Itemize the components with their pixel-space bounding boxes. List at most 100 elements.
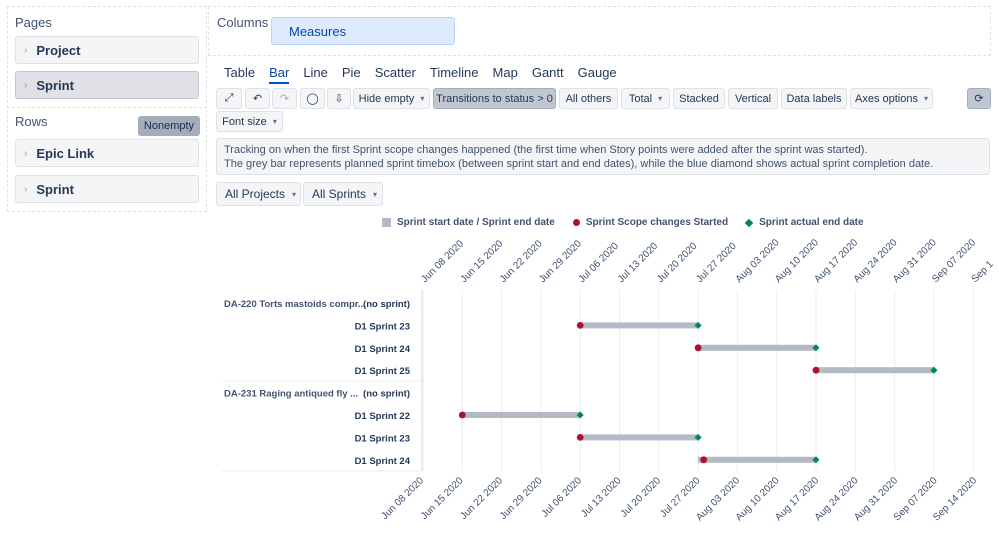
x-axis-bottom-tick-label: Jul 06 2020 bbox=[540, 475, 585, 520]
tab-pie[interactable]: Pie bbox=[342, 63, 361, 84]
sprint-label: D1 Sprint 23 bbox=[355, 433, 410, 444]
x-axis-top-tick-label: Aug 17 2020 bbox=[812, 237, 860, 285]
actual-end-diamond bbox=[576, 411, 584, 419]
actual-end-diamond bbox=[812, 344, 820, 352]
rows-item-sprint[interactable]: › Sprint bbox=[15, 175, 199, 203]
scope-change-point bbox=[576, 322, 584, 329]
total-dropdown[interactable]: Total ▾ bbox=[621, 88, 670, 109]
legend-label: Sprint start date / Sprint end date bbox=[397, 217, 555, 228]
transitions-filter-button[interactable]: Transitions to status > 0 bbox=[433, 88, 556, 109]
sprint-label: D1 Sprint 22 bbox=[355, 411, 410, 422]
x-axis-top-tick-label: Jun 29 2020 bbox=[537, 238, 584, 285]
x-axis-top-tick-label: Sep 1 bbox=[970, 259, 997, 286]
pages-item-label: Sprint bbox=[36, 77, 74, 93]
nonempty-button[interactable]: Nonempty bbox=[138, 116, 200, 136]
pages-title: Pages bbox=[15, 15, 52, 30]
sprint-label: D1 Sprint 25 bbox=[355, 366, 411, 377]
scope-change-point bbox=[694, 344, 702, 352]
hide-empty-label: Hide empty bbox=[358, 92, 415, 105]
sprints-filter-label: All Sprints bbox=[312, 187, 367, 201]
undo-icon: ↶ bbox=[252, 93, 263, 105]
legend-item-actual-end[interactable]: Sprint actual end date bbox=[744, 217, 864, 228]
tab-line[interactable]: Line bbox=[303, 63, 328, 84]
chart-legend: Sprint start date / Sprint end date Spri… bbox=[382, 217, 882, 228]
actual-end-diamond bbox=[694, 321, 702, 329]
x-axis-bottom-tick-label: Jul 20 2020 bbox=[619, 475, 664, 520]
sprint-timebox-bar bbox=[816, 367, 934, 374]
sprint-timebox-bar bbox=[698, 344, 816, 351]
actual-end-diamond bbox=[694, 433, 702, 441]
projects-filter[interactable]: All Projects ▾ bbox=[216, 182, 301, 206]
vertical-button[interactable]: Vertical bbox=[728, 88, 778, 109]
rows-item-label: Sprint bbox=[36, 181, 74, 197]
pages-item-label: Project bbox=[36, 42, 81, 58]
legend-item-timebox[interactable]: Sprint start date / Sprint end date bbox=[382, 217, 555, 228]
sprint-label: D1 Sprint 24 bbox=[355, 344, 411, 355]
x-axis-top-tick-label: Aug 03 2020 bbox=[734, 237, 782, 285]
tab-scatter[interactable]: Scatter bbox=[375, 63, 416, 84]
x-axis-top-tick-label: Jun 08 2020 bbox=[419, 238, 466, 285]
pages-item-sprint[interactable]: › Sprint bbox=[15, 71, 199, 99]
sprint-timebox-bar bbox=[580, 434, 699, 441]
epic-label: DA-231 Raging antiqued fly ... bbox=[224, 389, 358, 400]
all-others-button[interactable]: All others bbox=[559, 88, 618, 109]
x-axis-bottom-tick-label: Aug 17 2020 bbox=[773, 475, 821, 523]
x-axis-bottom-tick-label: Sep 14 2020 bbox=[931, 475, 979, 523]
actual-end-diamond bbox=[930, 366, 938, 374]
x-axis-bottom-tick-label: Aug 31 2020 bbox=[852, 475, 900, 523]
x-axis-bottom-tick-label: Jun 29 2020 bbox=[498, 475, 545, 522]
legend-label: Sprint Scope changes Started bbox=[585, 217, 729, 228]
hide-empty-dropdown[interactable]: Hide empty ▾ bbox=[353, 88, 430, 109]
tab-map[interactable]: Map bbox=[493, 63, 518, 84]
tab-gauge[interactable]: Gauge bbox=[578, 63, 617, 84]
tab-timeline[interactable]: Timeline bbox=[430, 63, 479, 84]
scope-change-point bbox=[812, 366, 820, 374]
stacked-button[interactable]: Stacked bbox=[673, 88, 725, 109]
x-axis-bottom-tick-label: Aug 24 2020 bbox=[813, 475, 861, 523]
chevron-down-icon: ▾ bbox=[272, 117, 277, 126]
x-axis-bottom-tick-label: Jul 27 2020 bbox=[658, 475, 703, 520]
refresh-button[interactable]: ⟳ bbox=[967, 88, 991, 109]
chevron-right-icon: › bbox=[24, 183, 28, 195]
chart-description: Tracking on when the first Sprint scope … bbox=[216, 138, 990, 175]
undo-button[interactable]: ↶ bbox=[245, 88, 270, 109]
tab-gantt[interactable]: Gantt bbox=[532, 63, 564, 84]
x-axis-bottom-tick-label: Jul 13 2020 bbox=[579, 475, 624, 520]
tab-bar[interactable]: Bar bbox=[269, 63, 290, 84]
font-size-dropdown[interactable]: Font size ▾ bbox=[216, 111, 283, 132]
chevron-down-icon: ▾ bbox=[923, 94, 928, 103]
legend-item-scope-change[interactable]: Sprint Scope changes Started bbox=[572, 217, 729, 228]
pages-item-project[interactable]: › Project bbox=[15, 36, 199, 64]
x-axis-bottom-tick-label: Jun 15 2020 bbox=[419, 475, 466, 522]
legend-label: Sprint actual end date bbox=[759, 217, 864, 228]
total-label: Total bbox=[628, 92, 653, 105]
scope-change-point bbox=[576, 434, 584, 441]
x-axis-top-tick-label: Jun 22 2020 bbox=[498, 238, 545, 285]
x-axis-top-tick-label: Aug 31 2020 bbox=[891, 237, 939, 285]
x-axis-top-tick-label: Jun 15 2020 bbox=[459, 238, 506, 285]
expand-button[interactable]: ⤢ bbox=[216, 88, 242, 109]
actual-end-diamond bbox=[812, 456, 820, 464]
measures-chip[interactable]: Measures bbox=[271, 17, 455, 45]
chevron-down-icon: ▾ bbox=[658, 94, 663, 103]
tab-table[interactable]: Table bbox=[224, 63, 255, 84]
font-size-label: Font size bbox=[222, 115, 267, 128]
x-axis-top-tick-label: Aug 24 2020 bbox=[852, 237, 900, 285]
scope-change-point bbox=[700, 456, 708, 464]
rows-title: Rows bbox=[15, 114, 48, 129]
redo-button[interactable]: ↷ bbox=[272, 88, 297, 109]
data-labels-button[interactable]: Data labels bbox=[781, 88, 847, 109]
sprints-filter[interactable]: All Sprints ▾ bbox=[303, 182, 383, 206]
x-axis-top-tick-label: Jul 20 2020 bbox=[655, 240, 700, 285]
axes-options-dropdown[interactable]: Axes options ▾ bbox=[850, 88, 933, 109]
x-axis-top-tick-label: Jul 27 2020 bbox=[694, 240, 739, 285]
chevron-right-icon: › bbox=[24, 147, 28, 159]
description-line-1: Tracking on when the first Sprint scope … bbox=[224, 144, 868, 156]
rows-item-label: Epic Link bbox=[36, 145, 95, 161]
divider bbox=[7, 107, 207, 108]
chevron-down-icon: ▾ bbox=[373, 189, 378, 199]
download-button[interactable]: ⇩ bbox=[327, 88, 351, 109]
sprint-timebox-bar bbox=[698, 456, 816, 463]
rows-item-epic-link[interactable]: › Epic Link bbox=[15, 139, 199, 167]
comment-button[interactable]: ◯ bbox=[300, 88, 325, 109]
